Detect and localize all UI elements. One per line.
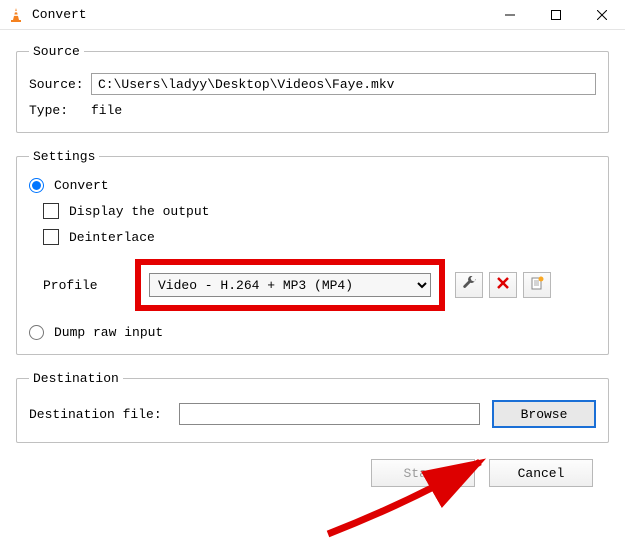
delete-profile-button[interactable] <box>489 272 517 298</box>
type-value: file <box>91 103 122 118</box>
minimize-button[interactable] <box>487 0 533 30</box>
settings-group: Settings Convert Display the output Dein… <box>16 149 609 355</box>
type-label: Type: <box>29 103 91 118</box>
source-label: Source: <box>29 77 91 92</box>
display-output-checkbox[interactable] <box>43 203 59 219</box>
dump-raw-label: Dump raw input <box>54 325 163 340</box>
destination-file-input[interactable] <box>179 403 480 425</box>
close-button[interactable] <box>579 0 625 30</box>
cancel-button[interactable]: Cancel <box>489 459 593 487</box>
destination-legend: Destination <box>29 371 123 386</box>
display-output-label: Display the output <box>69 204 209 219</box>
deinterlace-checkbox[interactable] <box>43 229 59 245</box>
convert-radio-label: Convert <box>54 178 109 193</box>
source-input[interactable] <box>91 73 596 95</box>
start-button[interactable]: Start <box>371 459 475 487</box>
destination-group: Destination Destination file: Browse <box>16 371 609 443</box>
settings-legend: Settings <box>29 149 99 164</box>
titlebar: Convert <box>0 0 625 30</box>
dump-raw-radio[interactable] <box>29 325 44 340</box>
highlight-box: Video - H.264 + MP3 (MP4) <box>135 259 445 311</box>
maximize-button[interactable] <box>533 0 579 30</box>
window-title: Convert <box>32 7 87 22</box>
convert-radio[interactable] <box>29 178 44 193</box>
vlc-cone-icon <box>8 7 24 23</box>
window-controls <box>487 0 625 30</box>
profile-label: Profile <box>43 278 135 293</box>
profile-select[interactable]: Video - H.264 + MP3 (MP4) <box>149 273 431 297</box>
edit-profile-button[interactable] <box>455 272 483 298</box>
new-profile-button[interactable] <box>523 272 551 298</box>
deinterlace-label: Deinterlace <box>69 230 155 245</box>
dialog-footer: Start Cancel <box>16 459 609 487</box>
new-doc-icon <box>530 276 544 294</box>
source-legend: Source <box>29 44 84 59</box>
browse-button[interactable]: Browse <box>492 400 596 428</box>
destination-file-label: Destination file: <box>29 407 179 422</box>
x-icon <box>497 277 509 293</box>
source-group: Source Source: Type: file <box>16 44 609 133</box>
wrench-icon <box>462 276 476 294</box>
